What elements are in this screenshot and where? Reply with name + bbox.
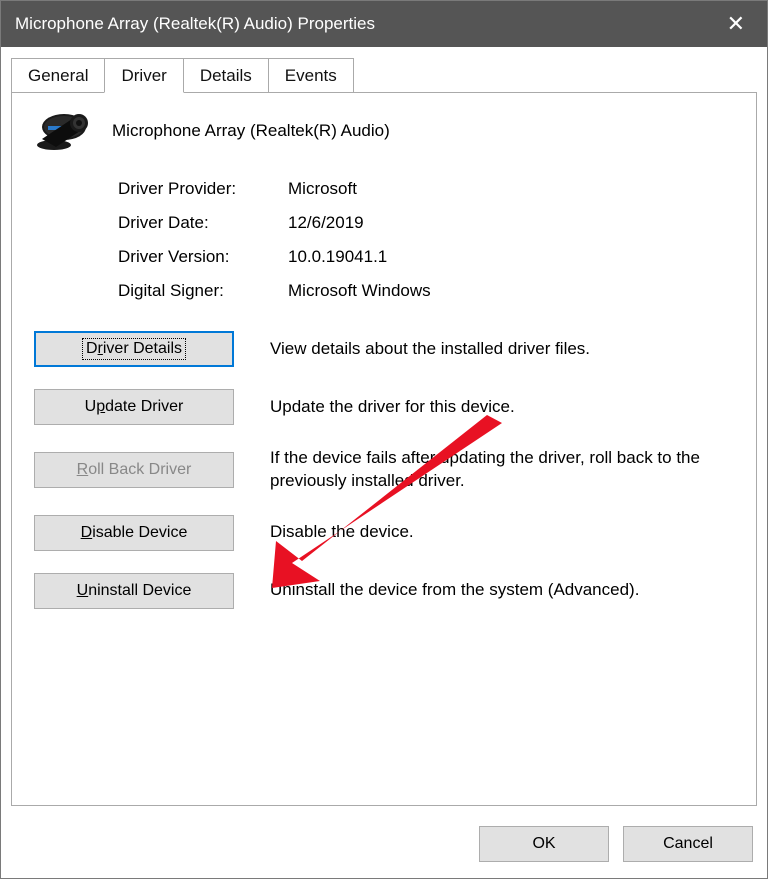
provider-value: Microsoft: [288, 179, 734, 199]
cancel-button[interactable]: Cancel: [623, 826, 753, 862]
window-title: Microphone Array (Realtek(R) Audio) Prop…: [15, 14, 719, 34]
dialog-buttons: OK Cancel: [1, 816, 767, 878]
driver-tab-panel: Microphone Array (Realtek(R) Audio) Driv…: [11, 92, 757, 806]
driver-info-grid: Driver Provider: Microsoft Driver Date: …: [118, 179, 734, 301]
date-label: Driver Date:: [118, 213, 288, 233]
tab-details[interactable]: Details: [183, 58, 269, 93]
tab-general[interactable]: General: [11, 58, 105, 93]
device-name: Microphone Array (Realtek(R) Audio): [112, 121, 390, 141]
ok-button[interactable]: OK: [479, 826, 609, 862]
tab-events[interactable]: Events: [268, 58, 354, 93]
disable-device-button[interactable]: Disable Device: [34, 515, 234, 551]
update-driver-desc: Update the driver for this device.: [270, 396, 734, 419]
rollback-driver-desc: If the device fails after updating the d…: [270, 447, 734, 493]
properties-dialog: Microphone Array (Realtek(R) Audio) Prop…: [0, 0, 768, 879]
tab-bar: General Driver Details Events: [1, 47, 767, 92]
close-icon[interactable]: ✕: [719, 11, 753, 37]
uninstall-device-desc: Uninstall the device from the system (Ad…: [270, 579, 734, 602]
driver-details-button[interactable]: Driver Details: [34, 331, 234, 367]
action-row-update-driver: Update Driver Update the driver for this…: [34, 389, 734, 425]
signer-label: Digital Signer:: [118, 281, 288, 301]
tab-driver[interactable]: Driver: [104, 58, 183, 93]
version-label: Driver Version:: [118, 247, 288, 267]
driver-details-desc: View details about the installed driver …: [270, 338, 734, 361]
disable-device-desc: Disable the device.: [270, 521, 734, 544]
device-header: Microphone Array (Realtek(R) Audio): [34, 111, 734, 151]
uninstall-device-button[interactable]: Uninstall Device: [34, 573, 234, 609]
update-driver-button[interactable]: Update Driver: [34, 389, 234, 425]
action-row-disable: Disable Device Disable the device.: [34, 515, 734, 551]
date-value: 12/6/2019: [288, 213, 734, 233]
action-row-uninstall: Uninstall Device Uninstall the device fr…: [34, 573, 734, 609]
action-row-driver-details: Driver Details View details about the in…: [34, 331, 734, 367]
provider-label: Driver Provider:: [118, 179, 288, 199]
titlebar: Microphone Array (Realtek(R) Audio) Prop…: [1, 1, 767, 47]
action-row-rollback: Roll Back Driver If the device fails aft…: [34, 447, 734, 493]
webcam-icon: [34, 111, 94, 151]
version-value: 10.0.19041.1: [288, 247, 734, 267]
signer-value: Microsoft Windows: [288, 281, 734, 301]
rollback-driver-button: Roll Back Driver: [34, 452, 234, 488]
